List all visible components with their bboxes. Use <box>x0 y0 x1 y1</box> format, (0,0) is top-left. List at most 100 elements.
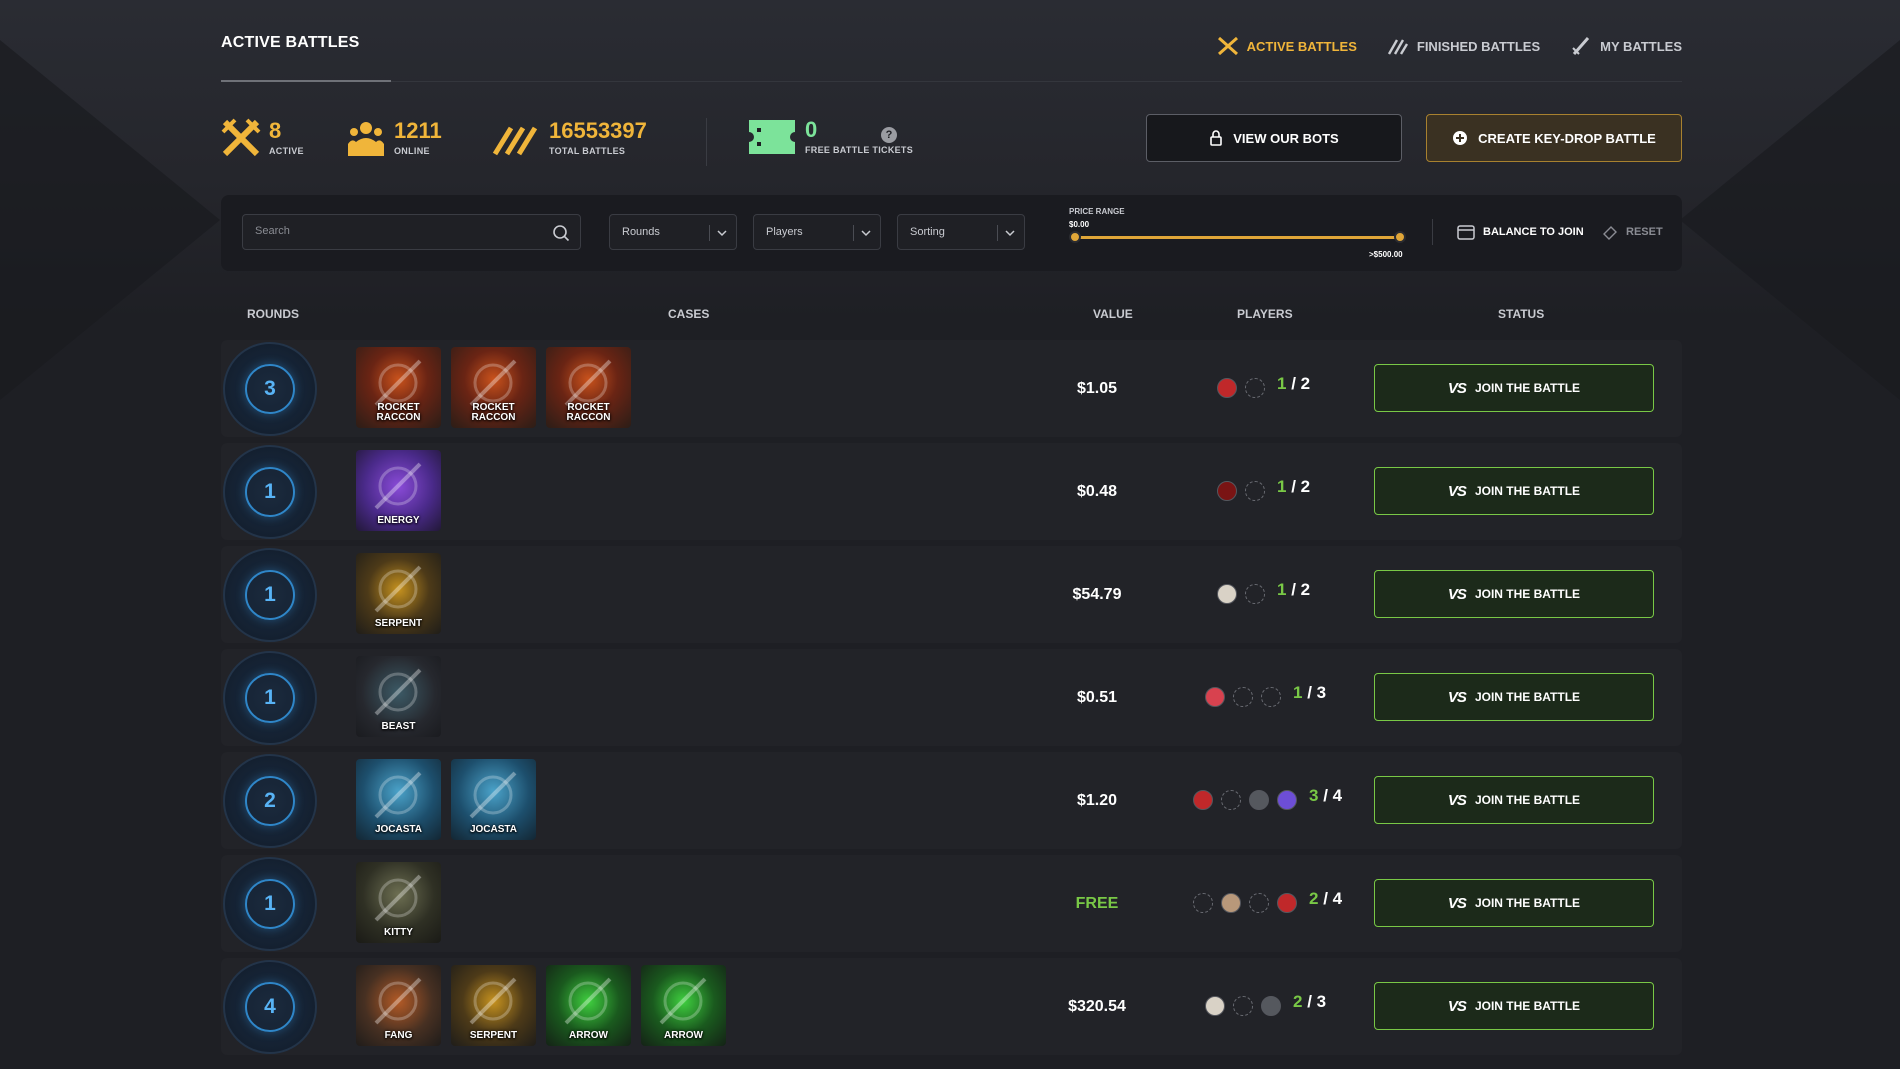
vs-icon: VS <box>1447 894 1467 912</box>
price-min-handle[interactable] <box>1069 231 1081 243</box>
join-battle-button[interactable]: VS JOIN THE BATTLE <box>1374 570 1654 618</box>
player-avatar[interactable] <box>1249 790 1269 810</box>
wallet-icon <box>1457 225 1475 240</box>
stat-total-value: 16553397 <box>549 118 647 143</box>
vs-icon: VS <box>1447 482 1467 500</box>
player-avatar[interactable] <box>1217 481 1237 501</box>
chevron-down-icon <box>1005 230 1015 237</box>
player-avatar[interactable] <box>1261 996 1281 1016</box>
battle-value: $54.79 <box>1072 586 1122 603</box>
case-thumbnail[interactable]: KITTY <box>356 862 441 943</box>
stat-tickets-label: FREE BATTLE TICKETS <box>805 145 914 155</box>
view-bots-button[interactable]: VIEW OUR BOTS <box>1146 114 1402 162</box>
balance-to-join-toggle[interactable]: BALANCE TO JOIN <box>1457 224 1584 240</box>
battle-value: $320.54 <box>1068 998 1126 1015</box>
case-thumbnail[interactable]: FANG <box>356 965 441 1046</box>
stat-online-label: ONLINE <box>394 146 430 156</box>
player-avatar[interactable] <box>1205 687 1225 707</box>
vs-icon: VS <box>1447 585 1467 603</box>
player-avatar[interactable] <box>1277 893 1297 913</box>
battle-value: $1.20 <box>1076 792 1118 809</box>
page-title: ACTIVE BATTLES <box>221 34 360 51</box>
vs-icon: VS <box>1447 997 1467 1015</box>
table-header: ROUNDS CASES VALUE PLAYERS STATUS <box>221 305 1682 325</box>
vs-icon: VS <box>1447 379 1467 397</box>
join-battle-label: JOIN THE BATTLE <box>1474 690 1581 704</box>
sword-icon <box>1572 37 1590 55</box>
player-count: 1 / 2 <box>1277 374 1310 394</box>
case-thumbnail[interactable]: ROCKET RACCON <box>546 347 631 428</box>
empty-slot <box>1245 481 1265 501</box>
join-battle-button[interactable]: VS JOIN THE BATTLE <box>1374 673 1654 721</box>
rounds-badge: 1 <box>223 857 317 951</box>
case-list: ROCKET RACCON ROCKET RACCON ROCKET RACCON <box>356 347 631 428</box>
case-thumbnail[interactable]: JOCASTA <box>356 759 441 840</box>
sorting-select-value: Sorting <box>910 226 945 238</box>
nav-finished-battles[interactable]: FINISHED BATTLES <box>1387 36 1540 56</box>
battles-page: ACTIVE BATTLES ACTIVE BATTLES FINISHED B… <box>221 0 1682 1055</box>
player-avatar[interactable] <box>1217 378 1237 398</box>
case-thumbnail[interactable]: ENERGY <box>356 450 441 531</box>
join-battle-button[interactable]: VS JOIN THE BATTLE <box>1374 982 1654 1030</box>
rounds-count: 1 <box>245 570 295 620</box>
vs-icon: VS <box>1447 791 1467 809</box>
player-avatar[interactable] <box>1193 790 1213 810</box>
search-icon[interactable] <box>552 224 570 242</box>
nav-active-battles[interactable]: ACTIVE BATTLES <box>1217 36 1357 56</box>
players-select[interactable]: Players <box>753 214 881 250</box>
nav-label: MY BATTLES <box>1600 38 1682 54</box>
case-thumbnail[interactable]: ROCKET RACCON <box>356 347 441 428</box>
case-thumbnail[interactable]: BEAST <box>356 656 441 737</box>
filter-bar: Rounds Players Sorting PRICE RANGE $0.00… <box>221 195 1682 271</box>
join-battle-button[interactable]: VS JOIN THE BATTLE <box>1374 879 1654 927</box>
create-battle-button[interactable]: CREATE KEY-DROP BATTLE <box>1426 114 1682 162</box>
case-name: JOCASTA <box>374 824 423 835</box>
balance-to-join-label: BALANCE TO JOIN <box>1483 226 1584 238</box>
case-thumbnail[interactable]: ARROW <box>641 965 726 1046</box>
player-avatar[interactable] <box>1217 584 1237 604</box>
join-battle-label: JOIN THE BATTLE <box>1474 793 1581 807</box>
empty-slot <box>1261 687 1281 707</box>
player-count-max: / 2 <box>1286 580 1311 599</box>
tickets-help-icon[interactable]: ? <box>881 127 897 143</box>
battle-value: $0.48 <box>1076 483 1118 500</box>
stats-bar: 8 ACTIVE 1211 ONLINE 16553397 TOTAL BATTLES… <box>221 82 1682 194</box>
price-range-track[interactable] <box>1074 236 1401 239</box>
player-count: 1 / 2 <box>1277 477 1310 497</box>
reset-label: RESET <box>1626 226 1663 238</box>
case-thumbnail[interactable]: SERPENT <box>356 553 441 634</box>
finished-swords-icon <box>1387 39 1408 55</box>
sorting-select[interactable]: Sorting <box>897 214 1025 250</box>
player-avatar[interactable] <box>1277 790 1297 810</box>
case-thumbnail[interactable]: ARROW <box>546 965 631 1046</box>
join-battle-button[interactable]: VS JOIN THE BATTLE <box>1374 467 1654 515</box>
battle-row: 1 ENERGY $0.48 1 / 2 VS JOIN THE BATTLE <box>221 443 1682 540</box>
case-list: KITTY <box>356 862 441 943</box>
reset-button[interactable]: RESET <box>1602 224 1663 240</box>
price-max-handle[interactable] <box>1394 231 1406 243</box>
player-avatar[interactable] <box>1205 996 1225 1016</box>
vs-icon: VS <box>1447 688 1467 706</box>
case-thumbnail[interactable]: JOCASTA <box>451 759 536 840</box>
rounds-select[interactable]: Rounds <box>609 214 737 250</box>
rounds-count: 1 <box>245 879 295 929</box>
join-battle-button[interactable]: VS JOIN THE BATTLE <box>1374 776 1654 824</box>
rounds-badge: 1 <box>223 548 317 642</box>
rounds-count: 1 <box>245 467 295 517</box>
col-rounds: ROUNDS <box>247 307 300 321</box>
case-thumbnail[interactable]: ROCKET RACCON <box>451 347 536 428</box>
stat-active: 8 ACTIVE <box>221 118 304 158</box>
battle-list: 3 ROCKET RACCON ROCKET RACCON ROCKET RACCON… <box>221 340 1682 1061</box>
rounds-badge: 1 <box>223 651 317 745</box>
search-input[interactable] <box>255 225 535 237</box>
case-thumbnail[interactable]: SERPENT <box>451 965 536 1046</box>
case-list: FANG SERPENT ARROW ARROW <box>356 965 726 1046</box>
swords-icon <box>221 118 261 157</box>
player-avatar[interactable] <box>1221 893 1241 913</box>
join-battle-label: JOIN THE BATTLE <box>1474 999 1581 1013</box>
nav-my-battles[interactable]: MY BATTLES <box>1570 36 1682 56</box>
users-icon <box>348 122 384 156</box>
battle-row: 2 JOCASTA JOCASTA $1.20 3 / 4 VS JOIN THE BATT… <box>221 752 1682 849</box>
battle-row: 1 KITTY FREE 2 / 4 VS JOIN THE BATTLE <box>221 855 1682 952</box>
join-battle-button[interactable]: VS JOIN THE BATTLE <box>1374 364 1654 412</box>
